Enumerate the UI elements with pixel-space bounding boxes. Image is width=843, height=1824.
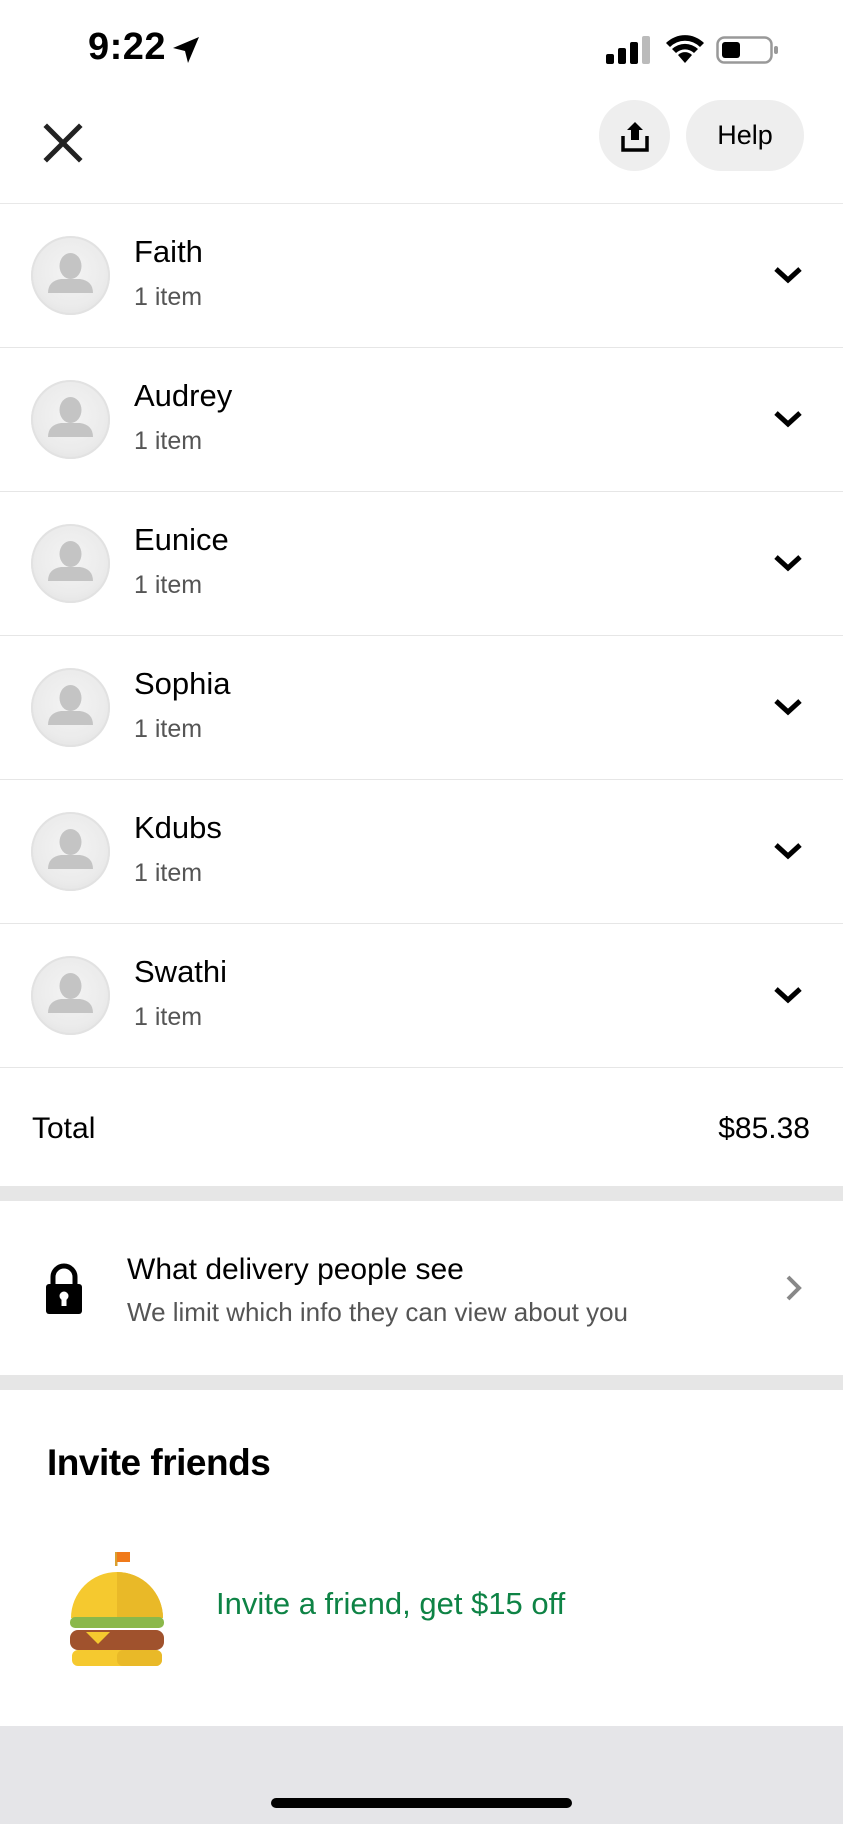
invite-title: Invite friends xyxy=(47,1442,271,1483)
member-row[interactable]: Audrey 1 item xyxy=(0,348,843,492)
member-item-count: 1 item xyxy=(134,283,203,311)
chevron-down-icon[interactable] xyxy=(772,552,804,574)
member-name: Swathi xyxy=(134,954,228,989)
battery-icon xyxy=(716,36,778,64)
location-arrow-icon xyxy=(173,37,199,63)
chevron-down-icon[interactable] xyxy=(772,840,804,862)
invite-friend-link[interactable]: Invite a friend, get $15 off xyxy=(216,1586,565,1622)
close-button[interactable] xyxy=(36,116,90,170)
person-placeholder-icon xyxy=(48,685,93,725)
avatar xyxy=(31,236,110,315)
chevron-down-icon[interactable] xyxy=(772,696,804,718)
status-time: 9:22 xyxy=(88,26,167,68)
chevron-down-icon[interactable] xyxy=(772,984,804,1006)
share-icon xyxy=(620,121,649,152)
home-indicator[interactable] xyxy=(271,1798,572,1808)
member-row[interactable]: Swathi 1 item xyxy=(0,924,843,1068)
bottom-area xyxy=(0,1726,843,1824)
avatar xyxy=(31,668,110,747)
avatar xyxy=(31,524,110,603)
total-row: Total $85.38 xyxy=(0,1070,843,1186)
chevron-down-icon[interactable] xyxy=(772,264,804,286)
member-name: Sophia xyxy=(134,666,231,701)
person-placeholder-icon xyxy=(48,541,93,581)
person-placeholder-icon xyxy=(48,973,93,1013)
section-divider xyxy=(0,1375,843,1390)
member-name: Faith xyxy=(134,234,203,269)
chevron-right-icon xyxy=(786,1275,802,1301)
member-row[interactable]: Sophia 1 item xyxy=(0,636,843,780)
header: Help xyxy=(0,100,843,202)
member-item-count: 1 item xyxy=(134,427,203,455)
wifi-icon xyxy=(666,35,704,63)
help-button[interactable]: Help xyxy=(686,100,804,171)
avatar xyxy=(31,956,110,1035)
member-name: Audrey xyxy=(134,378,233,413)
member-row[interactable]: Faith 1 item xyxy=(0,204,843,348)
delivery-privacy-row[interactable]: What delivery people see We limit which … xyxy=(0,1201,843,1375)
lock-icon xyxy=(46,1263,82,1314)
member-item-count: 1 item xyxy=(134,859,203,887)
burger-icon xyxy=(70,1552,164,1666)
person-placeholder-icon xyxy=(48,397,93,437)
member-row[interactable]: Eunice 1 item xyxy=(0,492,843,636)
chevron-down-icon[interactable] xyxy=(772,408,804,430)
person-placeholder-icon xyxy=(48,253,93,293)
privacy-subtitle: We limit which info they can view about … xyxy=(127,1297,628,1327)
person-placeholder-icon xyxy=(48,829,93,869)
avatar xyxy=(31,812,110,891)
member-list: Faith 1 item Audrey 1 item Eunice 1 item xyxy=(0,204,843,1068)
total-value: $85.38 xyxy=(718,1112,810,1145)
section-divider xyxy=(0,1186,843,1201)
total-label: Total xyxy=(32,1112,96,1145)
member-row[interactable]: Kdubs 1 item xyxy=(0,780,843,924)
avatar xyxy=(31,380,110,459)
member-name: Eunice xyxy=(134,522,229,557)
member-item-count: 1 item xyxy=(134,571,203,599)
cellular-signal-icon xyxy=(606,36,650,64)
member-item-count: 1 item xyxy=(134,1003,203,1031)
invite-section: Invite friends Invite a friend, get $15 … xyxy=(0,1390,843,1726)
member-item-count: 1 item xyxy=(134,715,203,743)
share-button[interactable] xyxy=(599,100,670,171)
status-bar: 9:22 xyxy=(0,0,843,100)
close-icon xyxy=(43,123,83,163)
privacy-title: What delivery people see xyxy=(127,1253,464,1286)
member-name: Kdubs xyxy=(134,810,222,845)
